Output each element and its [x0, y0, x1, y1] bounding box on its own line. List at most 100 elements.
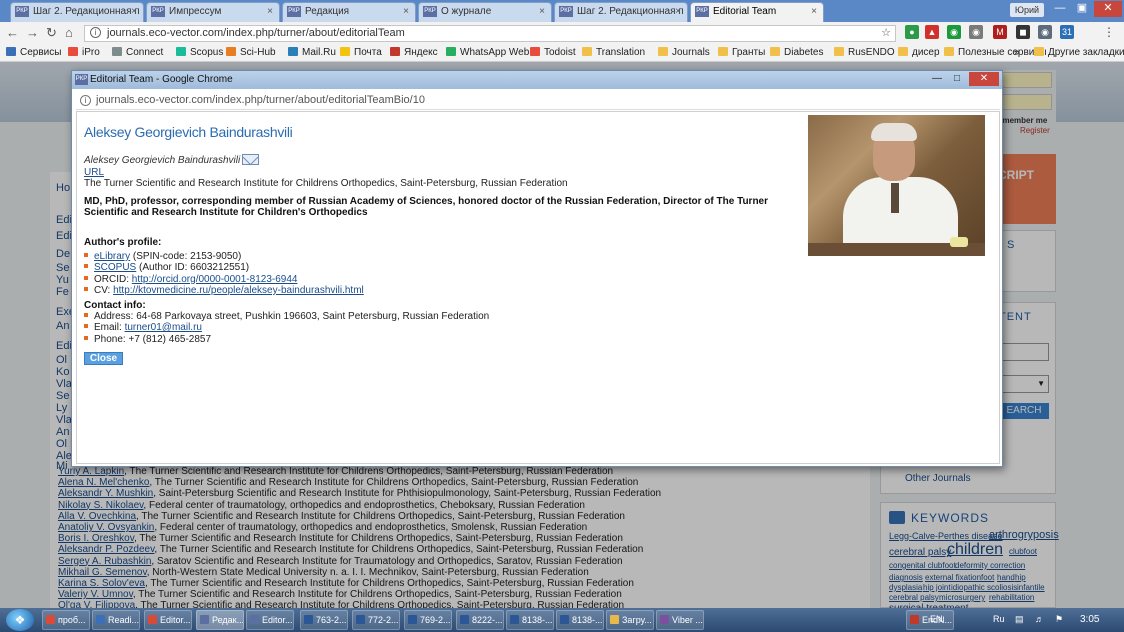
back-icon[interactable]: ←	[6, 25, 19, 41]
tab-close-icon[interactable]: ×	[403, 3, 409, 21]
popup-maximize-button[interactable]: □	[948, 72, 966, 86]
browser-tab[interactable]: РКР О журнале ×	[418, 2, 552, 22]
extension-mail-icon[interactable]: M	[993, 25, 1007, 39]
browser-tab[interactable]: РКР Editorial Team ×	[690, 2, 824, 22]
bookmark-item[interactable]: Полезные сервисы	[944, 46, 1047, 60]
bookmark-item[interactable]: Journals	[658, 46, 710, 60]
bookmark-item[interactable]: Todoist	[530, 46, 576, 60]
taskbar-app-icon	[250, 615, 259, 624]
reload-icon[interactable]: ↻	[46, 25, 57, 41]
profile-item: eLibrary (SPIN-code: 2153-9050)	[84, 251, 241, 262]
bookmark-star-icon[interactable]: ☆	[881, 26, 891, 41]
popup-close-button[interactable]: ✕	[969, 72, 999, 86]
taskbar-app-icon	[660, 615, 669, 624]
popup-info-icon[interactable]: i	[80, 95, 91, 106]
folder-icon	[1034, 47, 1044, 56]
photo-tie	[891, 183, 899, 213]
profile-link[interactable]: SCOPUS	[94, 262, 136, 273]
taskbar-item[interactable]: Readi...	[92, 610, 140, 630]
taskbar-app-icon	[356, 615, 365, 624]
extension-red-icon[interactable]: ▲	[925, 25, 939, 39]
tab-close-icon[interactable]: ×	[539, 3, 545, 21]
taskbar-item[interactable]: 772-2...	[352, 610, 400, 630]
bookmark-item[interactable]: Яндекс	[390, 46, 438, 60]
bookmark-item[interactable]: Connect	[112, 46, 163, 60]
close-button[interactable]: Close	[84, 352, 123, 365]
address-bar[interactable]: i journals.eco-vector.com/index.php/turn…	[84, 25, 896, 42]
bookmark-item[interactable]: Scopus	[176, 46, 223, 60]
taskbar-item[interactable]: Viber ...	[656, 610, 704, 630]
tray-flag-icon[interactable]: ⚑	[1055, 614, 1063, 625]
tab-label: Шаг 2. Редакционная п	[577, 6, 684, 17]
bookmark-icon	[112, 47, 122, 56]
taskbar-item[interactable]: 8222-...	[456, 610, 504, 630]
taskbar-item[interactable]: 763-2...	[300, 610, 348, 630]
bookmark-item[interactable]: iPro	[68, 46, 100, 60]
bookmark-item[interactable]: Sci-Hub	[226, 46, 276, 60]
browser-tab[interactable]: РКР Редакция ×	[282, 2, 416, 22]
extension-calendar-icon[interactable]: 31	[1060, 25, 1074, 39]
popup-address-bar[interactable]: i journals.eco-vector.com/index.php/turn…	[76, 92, 1000, 110]
maximize-window-button[interactable]: ▣	[1072, 1, 1092, 17]
bookmark-label: Journals	[672, 47, 710, 58]
taskbar-item[interactable]: Загру...	[606, 610, 654, 630]
bookmark-icon	[898, 47, 908, 56]
extension-pocket-icon[interactable]: ◼	[1016, 25, 1030, 39]
browser-tab[interactable]: РКР Шаг 2. Редакционная п ×	[554, 2, 688, 22]
taskbar-item-label: Editor...	[262, 615, 293, 625]
taskbar-item[interactable]: 769-2...	[404, 610, 452, 630]
email-envelope-icon[interactable]	[242, 154, 259, 165]
bookmark-item[interactable]: Почта	[340, 46, 382, 60]
address-text: journals.eco-vector.com/index.php/turner…	[107, 27, 405, 39]
tab-close-icon[interactable]: ×	[267, 3, 273, 21]
info-icon[interactable]: i	[90, 27, 101, 38]
bookmark-item[interactable]: Translation	[582, 46, 645, 60]
profile-link[interactable]: http://ktovmedicine.ru/people/aleksey-ba…	[113, 285, 364, 296]
tab-favicon-icon: РКР	[287, 5, 301, 17]
author-url-link[interactable]: URL	[84, 167, 104, 178]
contact-email-link[interactable]: turner01@mail.ru	[125, 322, 202, 333]
start-button[interactable]: ❖	[6, 609, 34, 631]
menu-icon[interactable]: ⋮	[1102, 25, 1116, 39]
extension-blue-icon[interactable]: ◉	[1038, 25, 1052, 39]
home-icon[interactable]: ⌂	[65, 25, 73, 41]
tray-language-ru[interactable]: Ru	[993, 614, 1005, 624]
forward-icon[interactable]: →	[26, 25, 39, 41]
browser-tab[interactable]: РКР Импрессум ×	[146, 2, 280, 22]
bookmark-item[interactable]: Сервисы	[6, 46, 61, 60]
taskbar-item[interactable]: 8138-...	[506, 610, 554, 630]
tray-language-en[interactable]: EN	[930, 614, 943, 624]
extension-circle-icon[interactable]: ◉	[947, 25, 961, 39]
bookmark-item[interactable]: Mail.Ru	[288, 46, 336, 60]
extension-green-icon[interactable]: ●	[905, 25, 919, 39]
tab-close-icon[interactable]: ×	[811, 3, 817, 21]
other-bookmarks-folder[interactable]: Другие закладки	[1034, 46, 1124, 60]
profile-link[interactable]: http://orcid.org/0000-0001-8123-6944	[132, 274, 298, 285]
bookmark-item[interactable]: Гранты	[718, 46, 765, 60]
bookmark-item[interactable]: Diabetes	[770, 46, 823, 60]
minimize-window-button[interactable]: —	[1050, 1, 1070, 17]
close-window-button[interactable]: ✕	[1094, 1, 1122, 17]
tab-close-icon[interactable]: ×	[675, 3, 681, 21]
tab-favicon-icon: РКР	[15, 5, 29, 17]
bookmark-item[interactable]: RusENDO	[834, 46, 895, 60]
taskbar-item[interactable]: Editor...	[144, 610, 192, 630]
author-profile-heading: Author's profile:	[84, 237, 162, 248]
taskbar-item[interactable]: проб...	[42, 610, 90, 630]
tab-close-icon[interactable]: ×	[131, 3, 137, 21]
bookmark-item[interactable]: WhatsApp Web	[446, 46, 529, 60]
user-profile-button[interactable]: Юрий	[1010, 3, 1044, 17]
bookmark-icon	[446, 47, 456, 56]
tray-network-icon[interactable]: ▤	[1015, 614, 1024, 625]
taskbar-item[interactable]: 8138-...	[556, 610, 604, 630]
profile-item-prefix: ORCID:	[94, 273, 132, 285]
popup-minimize-button[interactable]: —	[928, 72, 946, 86]
browser-tab[interactable]: РКР Шаг 2. Редакционная п ×	[10, 2, 144, 22]
bookmarks-more-icon[interactable]: »	[1014, 46, 1020, 60]
taskbar-item[interactable]: Editor...	[246, 610, 294, 630]
extension-gray-icon[interactable]: ◉	[969, 25, 983, 39]
taskbar-item[interactable]: Редак...	[196, 610, 244, 630]
bookmark-item[interactable]: дисер	[898, 46, 940, 60]
tray-volume-icon[interactable]: ♬	[1035, 614, 1044, 624]
profile-link[interactable]: eLibrary	[94, 251, 130, 262]
